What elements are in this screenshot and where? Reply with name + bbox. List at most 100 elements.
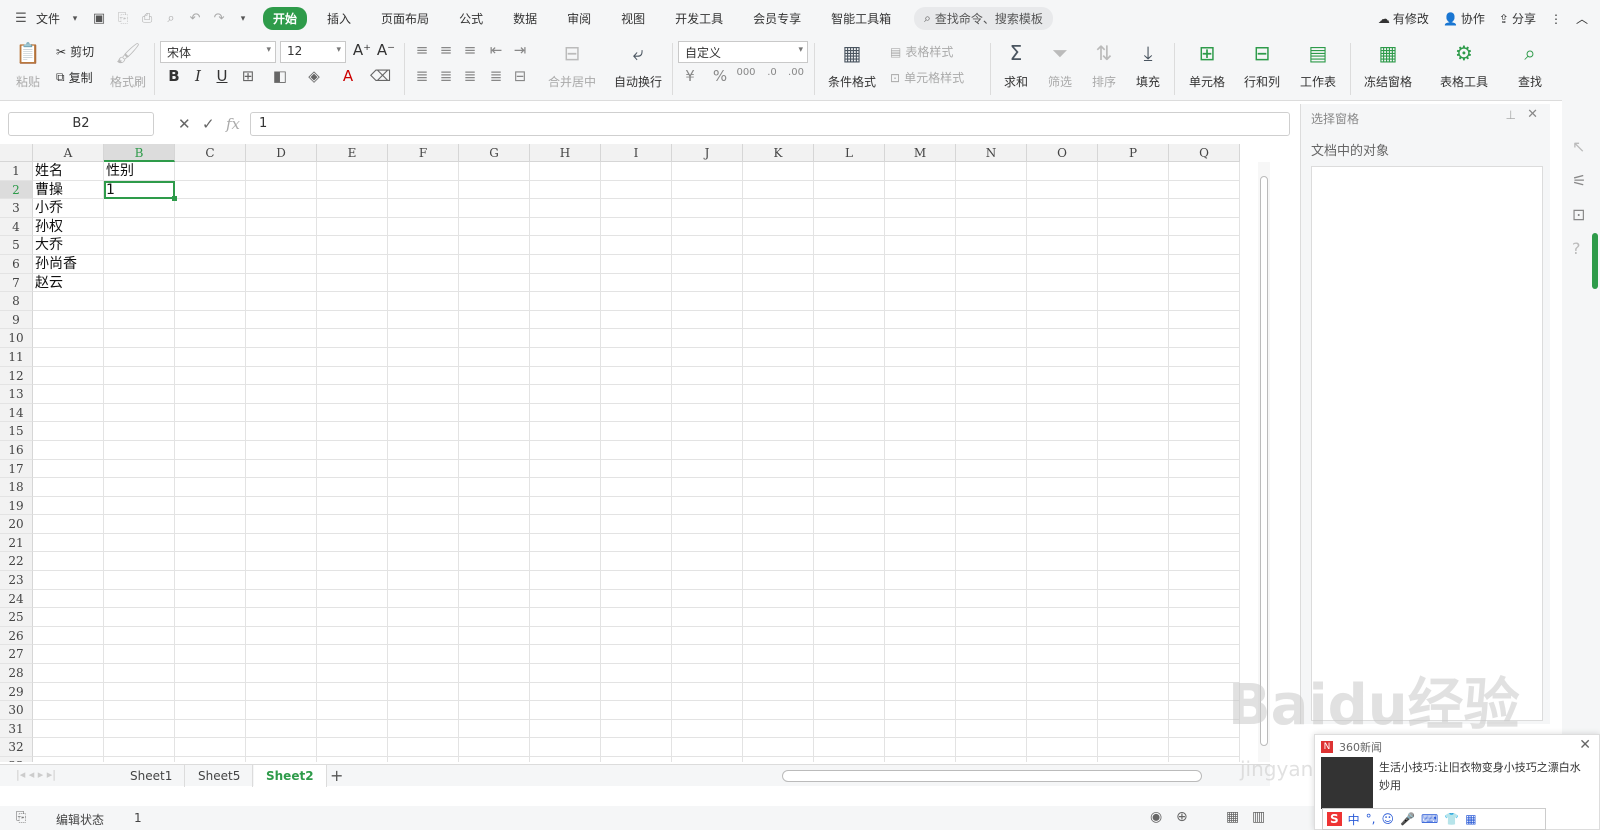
cell[interactable] — [1169, 254, 1240, 274]
cell[interactable] — [104, 682, 175, 702]
cell[interactable]: 孙尚香 — [33, 254, 104, 274]
cell[interactable] — [530, 236, 601, 255]
cell[interactable] — [1027, 236, 1098, 255]
find-button[interactable]: ⌕ 查找 — [1510, 39, 1550, 90]
menu-tab[interactable]: 插入 — [317, 7, 361, 30]
toolbox-icon[interactable]: ▦ — [1465, 812, 1476, 826]
row-header[interactable]: 17 — [0, 459, 33, 479]
column-header[interactable]: G — [459, 144, 530, 162]
cell[interactable] — [175, 459, 246, 479]
cell[interactable] — [459, 738, 530, 757]
cell[interactable] — [601, 422, 672, 441]
cell[interactable] — [1169, 496, 1240, 516]
cell[interactable] — [1098, 310, 1169, 330]
cell[interactable] — [246, 236, 317, 255]
cell[interactable] — [956, 310, 1027, 330]
cell[interactable] — [956, 757, 1027, 762]
cell[interactable] — [530, 273, 601, 293]
cell[interactable] — [388, 533, 459, 553]
cell[interactable] — [672, 292, 743, 311]
cell[interactable] — [1098, 347, 1169, 367]
cell[interactable] — [459, 533, 530, 553]
cell[interactable] — [459, 552, 530, 572]
cell[interactable] — [317, 515, 388, 534]
cell[interactable] — [317, 236, 388, 255]
cell[interactable] — [246, 217, 317, 237]
number-format-select[interactable]: 自定义 — [678, 41, 808, 63]
cell[interactable] — [672, 608, 743, 627]
cell[interactable] — [1098, 496, 1169, 516]
cell[interactable] — [672, 162, 743, 181]
align-center-icon[interactable]: ≣ — [436, 67, 456, 85]
cell[interactable] — [743, 292, 814, 311]
distribute-icon[interactable]: ⊟ — [510, 67, 530, 85]
cell[interactable] — [1169, 440, 1240, 460]
cell[interactable] — [672, 366, 743, 386]
cell[interactable] — [743, 533, 814, 553]
cut-button[interactable]: ✂ 剪切 — [56, 43, 94, 60]
cell[interactable] — [104, 459, 175, 479]
cell[interactable] — [104, 571, 175, 590]
cell[interactable] — [1098, 626, 1169, 646]
column-header[interactable]: N — [956, 144, 1027, 162]
cell[interactable] — [530, 719, 601, 739]
cell[interactable] — [459, 459, 530, 479]
cell[interactable] — [601, 515, 672, 534]
cell[interactable] — [956, 664, 1027, 683]
cloud-icon[interactable]: ☁ 有修改 — [1378, 10, 1429, 27]
cell[interactable] — [175, 552, 246, 572]
cell[interactable] — [175, 682, 246, 702]
cell[interactable] — [672, 254, 743, 274]
cell[interactable] — [33, 608, 104, 627]
cell[interactable] — [33, 645, 104, 665]
cell[interactable] — [317, 385, 388, 404]
cell[interactable] — [1098, 645, 1169, 665]
cell[interactable] — [1098, 366, 1169, 386]
cell[interactable] — [743, 329, 814, 348]
cell[interactable] — [885, 347, 956, 367]
cell[interactable] — [246, 738, 317, 757]
cell[interactable] — [814, 478, 885, 497]
cell[interactable] — [459, 589, 530, 609]
cell[interactable] — [175, 199, 246, 218]
row-header[interactable]: 16 — [0, 440, 33, 460]
cell[interactable]: 大乔 — [33, 236, 104, 255]
cell[interactable] — [885, 217, 956, 237]
cell[interactable] — [317, 217, 388, 237]
cell[interactable] — [388, 571, 459, 590]
cell[interactable] — [104, 757, 175, 762]
menu-tab[interactable]: 审阅 — [557, 7, 601, 30]
cell[interactable] — [1027, 719, 1098, 739]
cell[interactable] — [388, 719, 459, 739]
cell[interactable] — [743, 571, 814, 590]
table-tools-button[interactable]: ⚙ 表格工具 — [1434, 39, 1494, 90]
cell[interactable] — [1027, 645, 1098, 665]
cell[interactable] — [246, 645, 317, 665]
cell[interactable] — [175, 310, 246, 330]
cell[interactable] — [814, 292, 885, 311]
cell[interactable] — [956, 329, 1027, 348]
cell[interactable] — [388, 310, 459, 330]
cell[interactable] — [814, 496, 885, 516]
cell[interactable] — [246, 329, 317, 348]
cell[interactable] — [956, 273, 1027, 293]
cell[interactable] — [1098, 217, 1169, 237]
cell[interactable] — [743, 347, 814, 367]
font-size-select[interactable]: 12 — [280, 41, 346, 63]
cell[interactable] — [104, 236, 175, 255]
row-header[interactable]: 13 — [0, 385, 33, 404]
align-right-icon[interactable]: ≣ — [460, 67, 480, 85]
cell[interactable] — [1098, 589, 1169, 609]
cell[interactable] — [1098, 533, 1169, 553]
cell[interactable] — [1098, 385, 1169, 404]
objects-list[interactable] — [1311, 166, 1543, 721]
cell[interactable] — [175, 589, 246, 609]
cell[interactable] — [814, 385, 885, 404]
cell[interactable] — [33, 701, 104, 720]
cell[interactable] — [1098, 571, 1169, 590]
cell[interactable] — [814, 738, 885, 757]
cell[interactable] — [1027, 533, 1098, 553]
cell[interactable] — [175, 180, 246, 200]
cell[interactable] — [601, 273, 672, 293]
cell[interactable] — [956, 478, 1027, 497]
